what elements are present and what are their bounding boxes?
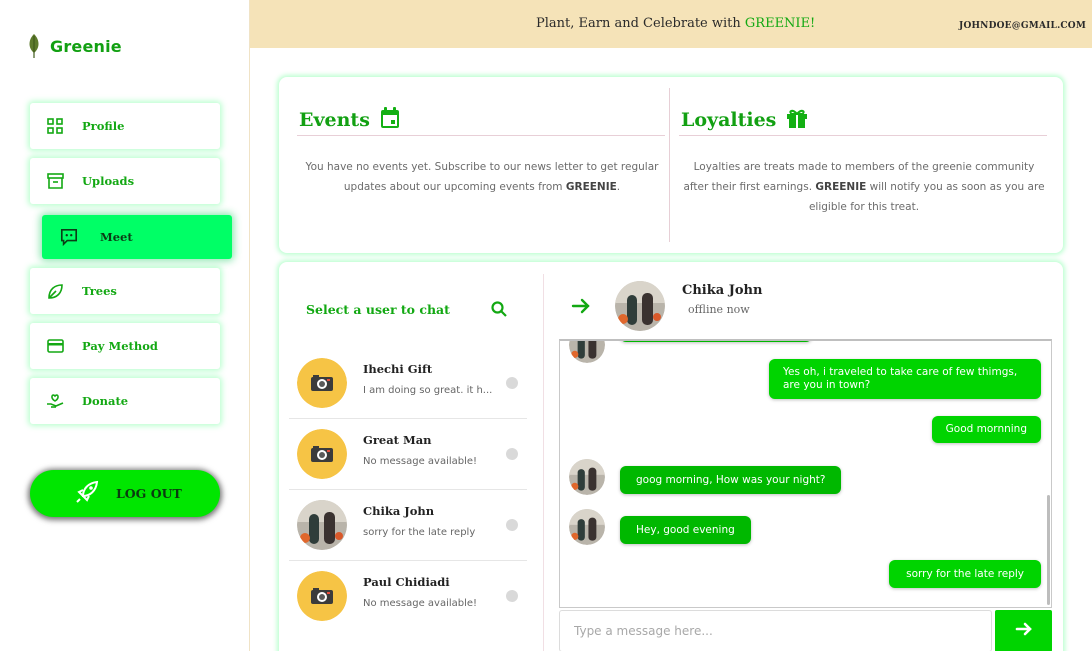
logout-label: LOG OUT (116, 486, 182, 501)
user-last-message: No message available! (363, 456, 478, 467)
camera-avatar (297, 571, 347, 621)
archive-icon (46, 172, 64, 190)
sidebar-item-trees[interactable]: Trees (30, 268, 220, 314)
rocket-icon (74, 479, 100, 509)
chat-divider (543, 274, 544, 651)
calendar-icon (380, 107, 400, 133)
loyalties-title: Loyalties (681, 109, 777, 131)
photo-avatar (297, 500, 347, 550)
events-loyalties-card: Events You have no events yet. Subscribe… (279, 77, 1063, 253)
user-list-item[interactable]: Ihechi Gift I am doing so great. it h... (289, 348, 527, 419)
gift-icon (786, 107, 808, 133)
brand-logo[interactable]: Greenie (26, 32, 122, 60)
sidebar-item-label: Trees (82, 284, 117, 298)
leaf-icon (46, 282, 64, 300)
sidebar-item-uploads[interactable]: Uploads (30, 158, 220, 204)
status-dot (506, 448, 518, 460)
status-dot (506, 590, 518, 602)
top-header: Plant, Earn and Celebrate with GREENIE! … (250, 0, 1092, 48)
contact-status: offline now (688, 303, 750, 316)
grid-icon (46, 117, 64, 135)
message-bubble-out: sorry for the late reply (889, 560, 1041, 588)
contact-name: Chika John (682, 283, 763, 298)
user-last-message: I am doing so great. it h... (363, 385, 493, 396)
user-name: Great Man (363, 433, 432, 447)
donate-icon (46, 392, 64, 410)
sidebar-item-label: Meet (100, 230, 133, 244)
send-arrow-icon (1015, 620, 1033, 642)
message-bubble-cut (620, 341, 812, 342)
brand-name: Greenie (50, 36, 122, 56)
sidebar-item-label: Profile (82, 119, 125, 133)
status-dot (506, 377, 518, 389)
user-list-item[interactable]: Paul Chidiadi No message available! (289, 561, 527, 632)
user-name: Paul Chidiadi (363, 575, 450, 589)
header-title-text: Plant, Earn and Celebrate with (536, 16, 745, 31)
loyalties-section: Loyalties Loyalties are treats made to m… (675, 77, 1047, 253)
user-name: Ihechi Gift (363, 362, 433, 376)
user-list-item[interactable]: Great Man No message available! (289, 419, 527, 490)
sidebar: Greenie Profile Uploads Meet Trees Pay M… (0, 0, 250, 651)
credit-card-icon (46, 337, 64, 355)
message-bubble-out: Yes oh, i traveled to take care of few t… (769, 359, 1041, 399)
header-title-brand: GREENIE! (744, 16, 816, 31)
sidebar-item-pay-method[interactable]: Pay Method (30, 323, 220, 369)
sidebar-item-label: Uploads (82, 174, 135, 188)
user-email[interactable]: JOHNDOE@GMAIL.COM (959, 21, 1086, 31)
users-heading: Select a user to chat (306, 302, 450, 317)
user-list-item[interactable]: Chika John sorry for the late reply (289, 490, 527, 561)
events-heading: Events (299, 107, 400, 133)
sender-avatar (569, 341, 605, 363)
message-bubble-in: Hey, good evening (620, 516, 751, 544)
sidebar-item-label: Pay Method (82, 339, 158, 353)
contact-avatar[interactable] (615, 281, 665, 331)
loyalties-heading: Loyalties (681, 107, 808, 133)
chat-icon (60, 228, 78, 247)
sidebar-item-donate[interactable]: Donate (30, 378, 220, 424)
camera-avatar (297, 358, 347, 408)
events-title: Events (299, 109, 370, 131)
sender-avatar (569, 459, 605, 495)
back-arrow-icon[interactable] (571, 296, 591, 316)
logout-button[interactable]: LOG OUT (30, 470, 220, 517)
loyalties-text-brand: GREENIE (815, 181, 867, 193)
events-text-suffix: . (616, 181, 621, 193)
events-underline (297, 135, 665, 136)
sidebar-item-meet[interactable]: Meet (42, 215, 232, 259)
camera-avatar (297, 429, 347, 479)
sidebar-item-profile[interactable]: Profile (30, 103, 220, 149)
loyalties-underline (679, 135, 1047, 136)
sidebar-item-label: Donate (82, 394, 129, 408)
message-list[interactable]: Yes oh, i traveled to take care of few t… (559, 339, 1052, 608)
status-dot (506, 519, 518, 531)
user-last-message: No message available! (363, 598, 478, 609)
section-divider (669, 88, 670, 242)
message-input-wrapper (559, 610, 992, 651)
loyalties-text: Loyalties are treats made to members of … (681, 157, 1047, 217)
user-name: Chika John (363, 504, 435, 518)
events-section: Events You have no events yet. Subscribe… (293, 77, 665, 253)
message-input[interactable] (560, 611, 991, 651)
sender-avatar (569, 509, 605, 545)
header-title: Plant, Earn and Celebrate with GREENIE! (536, 16, 815, 31)
events-text: You have no events yet. Subscribe to our… (299, 157, 665, 197)
user-last-message: sorry for the late reply (363, 527, 476, 538)
events-text-brand: GREENIE (565, 181, 617, 193)
app-root: Greenie Profile Uploads Meet Trees Pay M… (0, 0, 1092, 651)
chat-card: Select a user to chat Ihechi Gift I am d… (279, 262, 1063, 651)
scrollbar[interactable] (1047, 495, 1050, 605)
search-icon[interactable] (490, 300, 508, 318)
message-bubble-out: Good mornning (931, 416, 1041, 443)
send-button[interactable] (995, 610, 1052, 651)
message-bubble-in: goog morning, How was your night? (620, 466, 842, 494)
leaf-icon (29, 34, 39, 58)
